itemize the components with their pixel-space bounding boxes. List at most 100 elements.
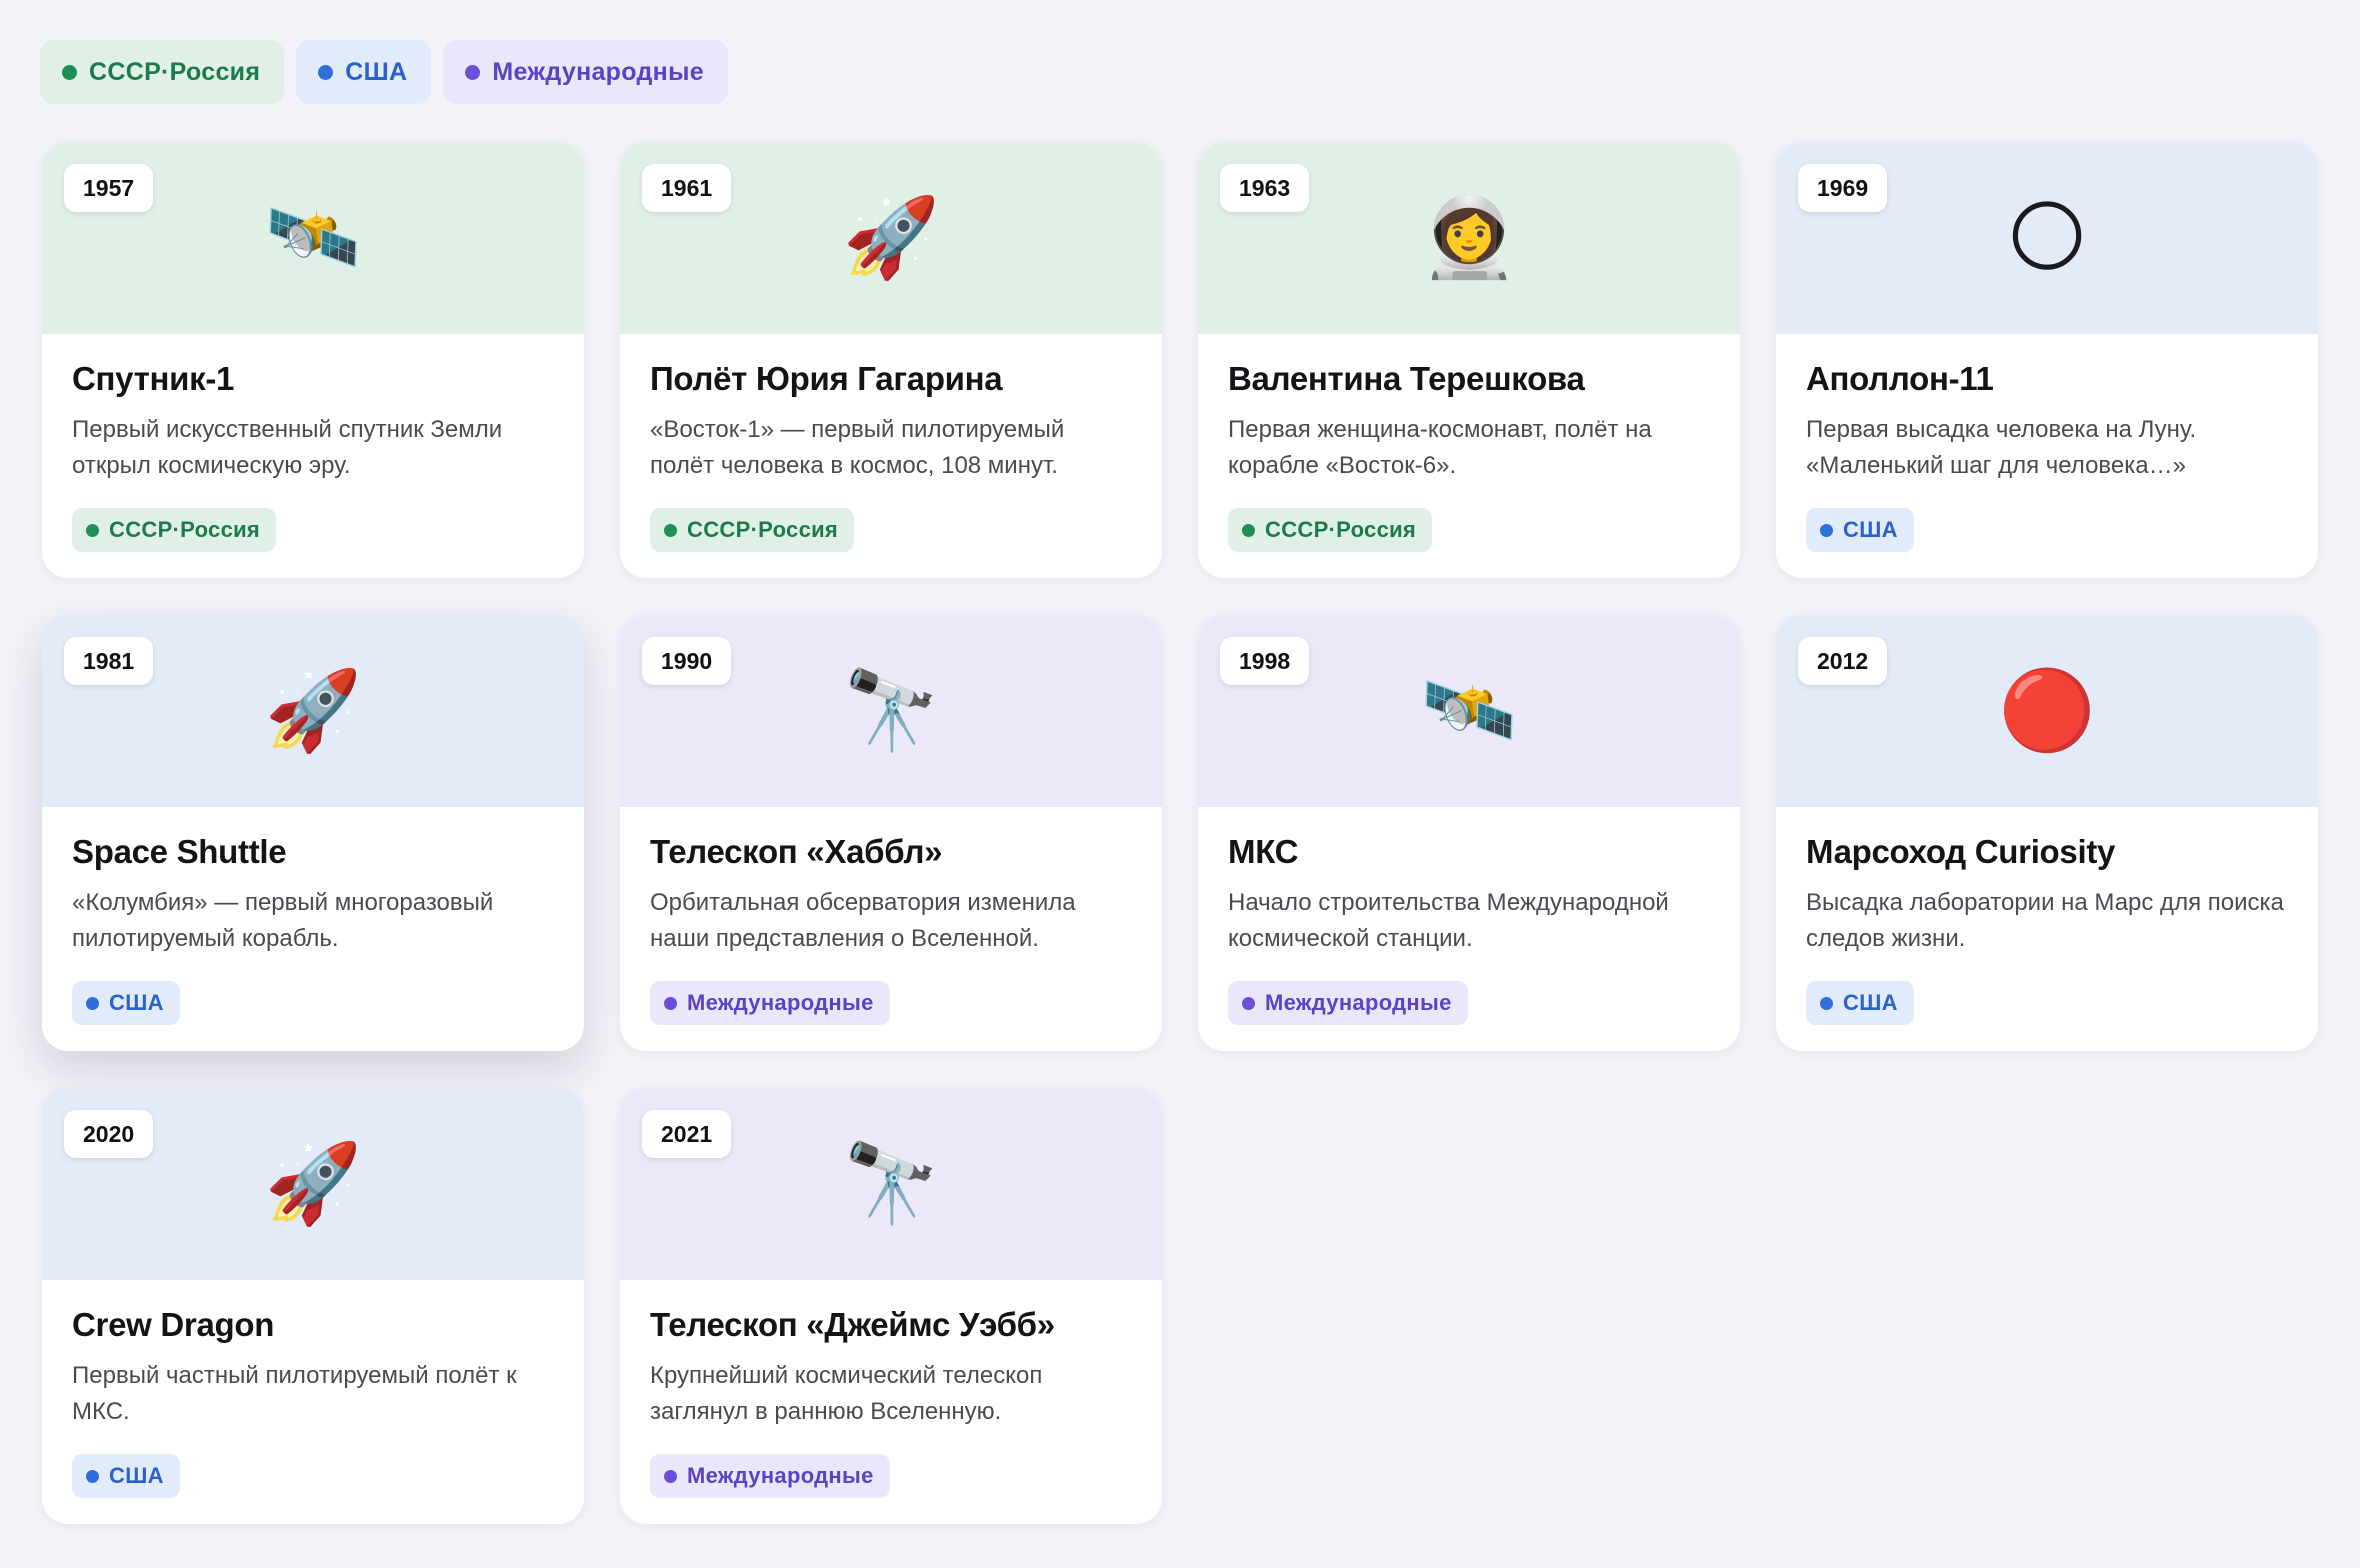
tag-label: Международные bbox=[687, 1463, 874, 1488]
event-card[interactable]: 2021 🔭 Телескоп «Джеймс Уэбб» Крупнейший ко… bbox=[620, 1088, 1162, 1524]
mars-icon: 🔴 bbox=[1998, 666, 2096, 756]
category-tag: СССР·Россия bbox=[72, 508, 277, 552]
card-body: Марсоход Curiosity Высадка лаборатории на… bbox=[1776, 807, 2318, 957]
tag-dot-icon bbox=[1242, 523, 1255, 537]
satellite-icon: 🛰️ bbox=[264, 193, 362, 283]
card-body: Crew Dragon Первый частный пилотируемый п… bbox=[42, 1280, 584, 1430]
tag-label: США bbox=[109, 990, 164, 1015]
telescope-icon: 🔭 bbox=[842, 666, 940, 756]
event-card[interactable]: 1998 🛰️ МКС Начало строительства Международ… bbox=[1198, 615, 1740, 1051]
tag-dot-icon bbox=[664, 996, 677, 1010]
rocket-icon: 🚀 bbox=[264, 1139, 362, 1229]
card-description: Высадка лаборатории на Марс для поиска с… bbox=[1806, 889, 2284, 952]
card-title: Телескоп «Джеймс Уэбб» bbox=[650, 1306, 1055, 1343]
event-card[interactable]: 1957 🛰️ Спутник-1 Первый искусственный спут… bbox=[42, 142, 584, 578]
card-header: 2012 🔴 bbox=[1776, 615, 2318, 807]
event-card[interactable]: 2020 🚀 Crew Dragon Первый частный пилотируе… bbox=[42, 1088, 584, 1524]
tag-dot-icon bbox=[86, 1469, 99, 1483]
event-card[interactable]: 1990 🔭 Телескоп «Хаббл» Орбитальная обсерва… bbox=[620, 615, 1162, 1051]
moon-icon: 🌕 bbox=[2006, 193, 2088, 283]
event-card[interactable]: 2012 🔴 Марсоход Curiosity Высадка лаборатор… bbox=[1776, 615, 2318, 1051]
year-badge: 1981 bbox=[64, 637, 154, 685]
card-title: Телескоп «Хаббл» bbox=[650, 833, 943, 870]
tag-label: СССР·Россия bbox=[1265, 517, 1417, 542]
card-header: 1961 🚀 bbox=[620, 142, 1162, 334]
tag-dot-icon bbox=[1242, 996, 1255, 1010]
legend-label: США bbox=[345, 57, 408, 86]
year-badge: 1963 bbox=[1220, 164, 1310, 212]
card-title: Space Shuttle bbox=[72, 833, 287, 870]
card-header: 1963 👩‍🚀 bbox=[1198, 142, 1740, 334]
tag-dot-icon bbox=[86, 523, 99, 537]
card-description: Первый искусственный спутник Земли откры… bbox=[72, 416, 503, 479]
card-description: Начало строительства Международной косми… bbox=[1228, 889, 1669, 952]
category-legend: СССР·Россия США Международные bbox=[40, 40, 728, 104]
rocket-icon: 🚀 bbox=[264, 666, 362, 756]
event-card[interactable]: 1969 🌕 Аполлон-11 Первая высадка человека н… bbox=[1776, 142, 2318, 578]
year-badge: 1961 bbox=[642, 164, 732, 212]
card-header: 2020 🚀 bbox=[42, 1088, 584, 1280]
card-body: Space Shuttle «Колумбия» — первый многора… bbox=[42, 807, 584, 957]
card-description: «Восток-1» — первый пилотируемый полёт ч… bbox=[650, 416, 1065, 479]
year-badge: 1969 bbox=[1798, 164, 1888, 212]
satellite-icon: 🛰️ bbox=[1420, 666, 1518, 756]
card-description: Орбитальная обсерватория изменила наши п… bbox=[650, 889, 1076, 952]
card-title: Аполлон-11 bbox=[1806, 360, 1994, 397]
card-body: Телескоп «Хаббл» Орбитальная обсерватория… bbox=[620, 807, 1162, 957]
timeline-grid: 1957 🛰️ Спутник-1 Первый искусственный спут… bbox=[42, 142, 2318, 1524]
tag-label: СССР·Россия bbox=[687, 517, 839, 542]
card-title: Полёт Юрия Гагарина bbox=[650, 360, 1003, 397]
tag-label: США bbox=[1843, 990, 1898, 1015]
card-description: Первая высадка человека на Луну. «Малень… bbox=[1806, 416, 2197, 479]
category-tag: СССР·Россия bbox=[650, 508, 855, 552]
card-body: Телескоп «Джеймс Уэбб» Крупнейший космиче… bbox=[620, 1280, 1162, 1430]
year-badge: 2021 bbox=[642, 1110, 732, 1158]
category-tag: СССР·Россия bbox=[1228, 508, 1433, 552]
card-description: Первая женщина-космонавт, полёт на кораб… bbox=[1228, 416, 1652, 479]
card-title: Марсоход Curiosity bbox=[1806, 833, 2116, 870]
card-body: Валентина Терешкова Первая женщина-космон… bbox=[1198, 334, 1740, 484]
card-title: Crew Dragon bbox=[72, 1306, 275, 1343]
telescope-icon: 🔭 bbox=[842, 1139, 940, 1229]
tag-dot-icon bbox=[664, 523, 677, 537]
category-tag: Международные bbox=[650, 981, 890, 1025]
card-header: 1957 🛰️ bbox=[42, 142, 584, 334]
card-header: 1998 🛰️ bbox=[1198, 615, 1740, 807]
legend-filter-usa[interactable]: США bbox=[296, 40, 432, 104]
tag-dot-icon bbox=[1820, 996, 1833, 1010]
year-badge: 1990 bbox=[642, 637, 732, 685]
card-body: Аполлон-11 Первая высадка человека на Лун… bbox=[1776, 334, 2318, 484]
card-description: Крупнейший космический телескоп заглянул… bbox=[650, 1362, 1043, 1425]
tag-label: Международные bbox=[687, 990, 874, 1015]
tag-dot-icon bbox=[86, 996, 99, 1010]
card-title: МКС bbox=[1228, 833, 1299, 870]
card-header: 2021 🔭 bbox=[620, 1088, 1162, 1280]
card-title: Спутник-1 bbox=[72, 360, 235, 397]
legend-filter-ussr[interactable]: СССР·Россия bbox=[40, 40, 285, 104]
card-body: Полёт Юрия Гагарина «Восток-1» — первый п… bbox=[620, 334, 1162, 484]
tag-dot-icon bbox=[1820, 523, 1833, 537]
legend-filter-intl[interactable]: Международные bbox=[443, 40, 728, 104]
year-badge: 1998 bbox=[1220, 637, 1310, 685]
year-badge: 2012 bbox=[1798, 637, 1888, 685]
event-card[interactable]: 1963 👩‍🚀 Валентина Терешкова Первая женщина… bbox=[1198, 142, 1740, 578]
tag-label: США bbox=[109, 1463, 164, 1488]
card-description: Первый частный пилотируемый полёт к МКС. bbox=[72, 1362, 517, 1425]
legend-dot-icon bbox=[62, 64, 77, 80]
tag-dot-icon bbox=[664, 1469, 677, 1483]
event-card[interactable]: 1961 🚀 Полёт Юрия Гагарина «Восток-1» — пер… bbox=[620, 142, 1162, 578]
category-tag: Международные bbox=[650, 1454, 890, 1498]
card-header: 1990 🔭 bbox=[620, 615, 1162, 807]
category-tag: США bbox=[1806, 981, 1914, 1025]
category-tag: Международные bbox=[1228, 981, 1468, 1025]
tag-label: Международные bbox=[1265, 990, 1452, 1015]
event-card[interactable]: 1981 🚀 Space Shuttle «Колумбия» — первый мн… bbox=[42, 615, 584, 1051]
legend-dot-icon bbox=[318, 64, 334, 80]
rocket-icon: 🚀 bbox=[842, 193, 940, 283]
category-tag: США bbox=[72, 1454, 180, 1498]
year-badge: 1957 bbox=[64, 164, 154, 212]
card-body: МКС Начало строительства Международной ко… bbox=[1198, 807, 1740, 957]
card-header: 1981 🚀 bbox=[42, 615, 584, 807]
legend-dot-icon bbox=[465, 64, 481, 80]
astronaut-icon: 👩‍🚀 bbox=[1420, 193, 1518, 283]
